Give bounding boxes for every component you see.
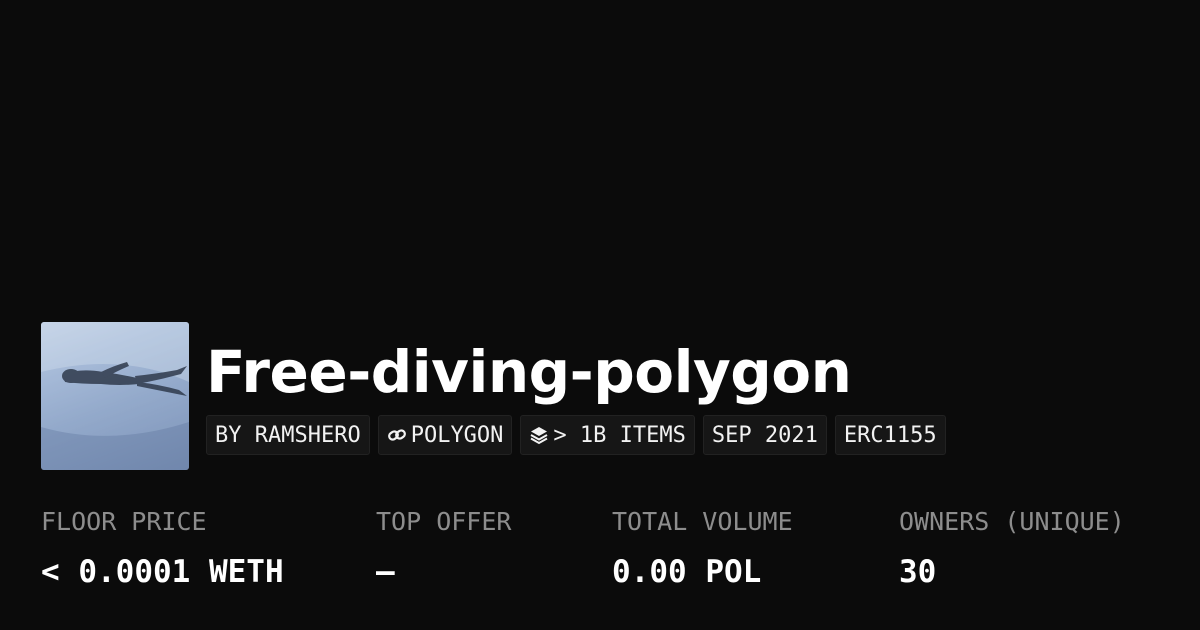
collection-card: Free-diving-polygon BY RAMSHERO POLYGON <box>0 0 1200 630</box>
floor-price-stat: FLOOR PRICE < 0.0001 WETH <box>41 505 284 589</box>
collection-title: Free-diving-polygon <box>206 338 852 406</box>
collection-thumbnail <box>41 322 189 470</box>
token-standard-label: ERC1155 <box>843 422 937 448</box>
items-label: > 1B ITEMS <box>553 422 686 448</box>
top-offer-value: — <box>376 554 395 590</box>
creator-chip[interactable]: BY RAMSHERO <box>206 415 370 455</box>
token-standard-chip: ERC1155 <box>834 415 946 455</box>
layers-icon <box>529 425 549 445</box>
total-volume-label: TOTAL VOLUME <box>612 507 793 536</box>
floor-price-value: < 0.0001 WETH <box>41 554 284 590</box>
items-chip[interactable]: > 1B ITEMS <box>520 415 695 455</box>
chain-label: POLYGON <box>410 422 504 448</box>
total-volume-value: 0.00 POL <box>612 554 762 590</box>
total-volume-stat: TOTAL VOLUME 0.00 POL <box>612 505 793 589</box>
creator-label: BY RAMSHERO <box>215 422 361 448</box>
chain-chip[interactable]: POLYGON <box>377 415 513 455</box>
owners-stat: OWNERS (UNIQUE) 30 <box>899 505 1125 589</box>
top-offer-stat: TOP OFFER — <box>376 505 511 589</box>
link-icon <box>387 425 407 445</box>
owners-label: OWNERS (UNIQUE) <box>899 507 1125 536</box>
top-offer-label: TOP OFFER <box>376 507 512 536</box>
free-diver-image <box>41 322 189 470</box>
collection-meta-chips: BY RAMSHERO POLYGON > 1B ITEMS SEP 2021 … <box>206 415 946 455</box>
owners-value: 30 <box>899 554 937 590</box>
created-date-label: SEP 2021 <box>711 422 818 448</box>
floor-price-label: FLOOR PRICE <box>41 507 207 536</box>
created-date-chip: SEP 2021 <box>702 415 827 455</box>
